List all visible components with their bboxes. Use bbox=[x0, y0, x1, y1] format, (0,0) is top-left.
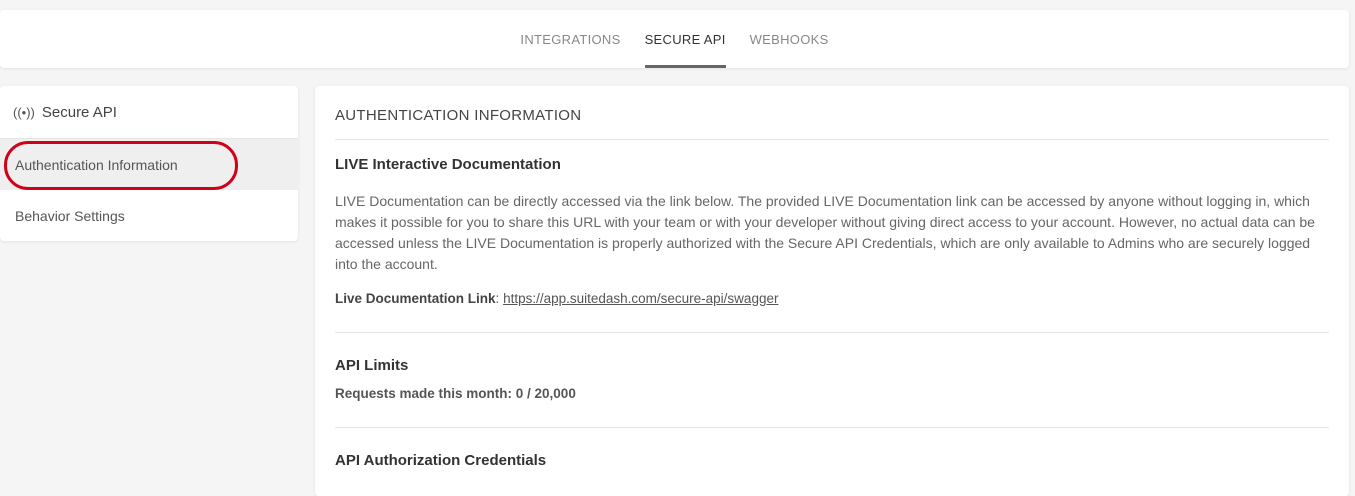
api-limits-heading: API Limits bbox=[335, 357, 409, 374]
requests-count: Requests made this month: 0 / 20,000 bbox=[335, 386, 576, 401]
tab-secure-api[interactable]: SECURE API bbox=[633, 10, 738, 68]
sidebar-item-label: Authentication Information bbox=[15, 156, 178, 173]
tab-bar: INTEGRATIONS SECURE API WEBHOOKS bbox=[0, 10, 1349, 68]
page-title: AUTHENTICATION INFORMATION bbox=[335, 86, 1329, 140]
broadcast-icon: ((•)) bbox=[13, 104, 35, 120]
doc-link-label: Live Documentation Link bbox=[335, 291, 496, 306]
doc-link-row: Live Documentation Link: https://app.sui… bbox=[335, 291, 1329, 306]
sidebar-item-authentication-information[interactable]: Authentication Information bbox=[0, 139, 298, 190]
main-panel: AUTHENTICATION INFORMATION LIVE Interact… bbox=[315, 86, 1349, 496]
sidebar-header: ((•)) Secure API bbox=[0, 86, 298, 139]
sidebar-item-behavior-settings[interactable]: Behavior Settings bbox=[0, 190, 298, 241]
live-docs-heading: LIVE Interactive Documentation bbox=[335, 156, 561, 173]
doc-link[interactable]: https://app.suitedash.com/secure-api/swa… bbox=[503, 291, 778, 306]
live-docs-description: LIVE Documentation can be directly acces… bbox=[335, 193, 1315, 272]
tab-integrations[interactable]: INTEGRATIONS bbox=[508, 10, 632, 68]
sidebar: ((•)) Secure API Authentication Informat… bbox=[0, 86, 298, 241]
credentials-section: API Authorization Credentials bbox=[335, 428, 1329, 469]
sidebar-item-label: Behavior Settings bbox=[15, 207, 125, 224]
credentials-heading: API Authorization Credentials bbox=[335, 452, 547, 469]
doc-link-separator: : bbox=[495, 291, 500, 306]
sidebar-header-label: Secure API bbox=[41, 103, 117, 121]
live-docs-section: LIVE Interactive Documentation LIVE Docu… bbox=[335, 140, 1329, 306]
top-nav-bar: INTEGRATIONS SECURE API WEBHOOKS bbox=[0, 10, 1349, 68]
api-limits-section: API Limits Requests made this month: 0 /… bbox=[335, 333, 1329, 401]
tab-webhooks[interactable]: WEBHOOKS bbox=[738, 10, 841, 68]
